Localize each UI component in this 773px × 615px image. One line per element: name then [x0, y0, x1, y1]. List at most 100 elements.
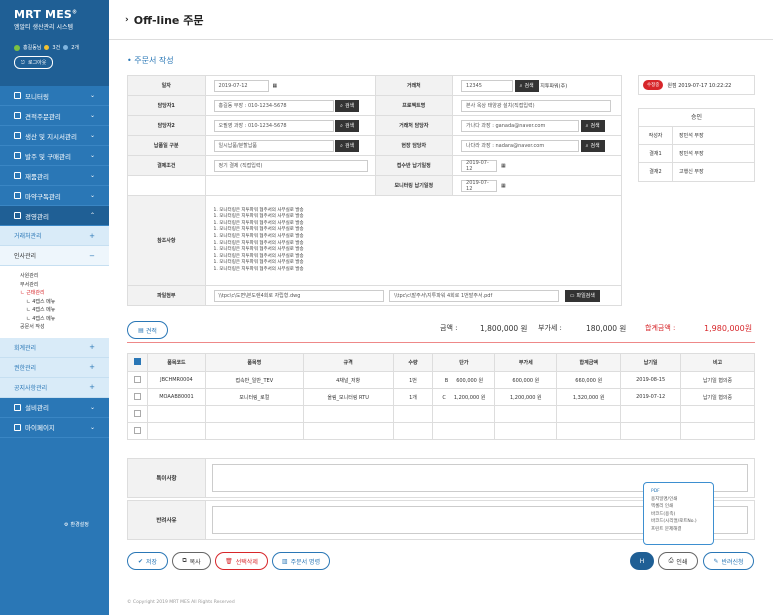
- print-button[interactable]: ⎙ 인쇄: [658, 552, 698, 570]
- search-icon: ⌕: [585, 142, 589, 149]
- manager1-input[interactable]: 홍길동 부장 : 010-1234-5678: [213, 99, 334, 112]
- tree-item-active[interactable]: ㄴ 근태관리: [20, 289, 109, 298]
- label-delivery: 납품일 구분: [127, 135, 206, 156]
- plus-icon: +: [89, 343, 95, 351]
- manager1-search-button[interactable]: ⌕ 검색: [335, 99, 360, 112]
- tree-item[interactable]: ㄴ 4뎁스 메뉴: [20, 315, 109, 324]
- site-manager-search-button[interactable]: ⌕ 검색: [580, 139, 605, 152]
- delivery-input[interactable]: 일시납품/분할납품: [213, 139, 334, 152]
- row-checkbox[interactable]: [133, 392, 141, 400]
- attachment2-input[interactable]: \\tpc\c\발주서\지투파워 4회로 1번발주서.pdf: [389, 289, 560, 302]
- print-menu-item[interactable]: 바코드(시리얼/로트No.): [651, 518, 706, 526]
- row-checkbox[interactable]: [133, 409, 141, 417]
- tree-item[interactable]: ㄴ 4뎁스 메뉴: [20, 298, 109, 307]
- menu-purchase[interactable]: 발주 및 구매관리 ⌄: [0, 146, 109, 166]
- label-project: 프로젝트명: [374, 95, 454, 116]
- client-manager-search-button[interactable]: ⌕ 검색: [580, 119, 605, 132]
- calendar-icon[interactable]: ▦: [273, 83, 278, 89]
- table-row[interactable]: [127, 405, 755, 423]
- delivery-search-button[interactable]: ⌕ 검색: [335, 139, 360, 152]
- attachment1-input[interactable]: \\tpc\c\도면\본도렌4회로 자립형.dwg: [213, 289, 384, 302]
- brand-subtitle: 엠알티 생산관리 시스템: [14, 24, 74, 31]
- delete-selected-button[interactable]: 🗑 선택삭제: [215, 552, 268, 570]
- print-menu-item[interactable]: 엑셀리 인쇄: [651, 503, 706, 511]
- client-manager-input[interactable]: 가나다 과장 : ganada@naver.com: [461, 119, 580, 132]
- status-bar: 수정중 원점 2019-07-17 10:22:22: [638, 75, 755, 95]
- row-checkbox[interactable]: [133, 426, 141, 434]
- monitoring-due-input[interactable]: 2019-07-12: [461, 179, 498, 192]
- vat-label: 부가세 :: [538, 324, 562, 332]
- date-input[interactable]: 2019-07-12: [213, 79, 269, 92]
- submenu-permission[interactable]: 권한관리 +: [0, 357, 109, 378]
- payment-input[interactable]: 정기 결제 (직접입력): [213, 159, 368, 172]
- submenu-accounting[interactable]: 회계관리 +: [0, 337, 109, 358]
- items-table: 품목코드 품목명 규격 수량 단가 부가세 합계금액 납기일 비고 JBCHMR…: [127, 353, 755, 440]
- tree-item[interactable]: 공문서 작성: [20, 323, 109, 332]
- factory-icon: [14, 132, 21, 139]
- submenu-hr[interactable]: 인사관리 −: [0, 246, 109, 266]
- logout-button[interactable]: ⎋ 로그아웃: [14, 56, 54, 69]
- calendar-icon[interactable]: ▦: [501, 163, 506, 169]
- label-monitoring-due: 모니터링 납기일정: [374, 175, 454, 196]
- menu-subscription[interactable]: 마약구독관리 ⌄: [0, 186, 109, 206]
- search-icon: ⌕: [585, 122, 589, 129]
- menu-product[interactable]: 재품관리 ⌄: [0, 166, 109, 186]
- user-name[interactable]: 홍길동님: [23, 44, 41, 51]
- table-row[interactable]: MOAAB80001 모니터링_로컬 올림_모니터링 RTU 1개 C 1,200…: [127, 388, 755, 406]
- reject-request-button[interactable]: ✎ 반려신청: [703, 552, 754, 570]
- message-count[interactable]: 2개: [71, 44, 79, 51]
- save-button[interactable]: ✔ 저장: [127, 552, 168, 570]
- tree-item[interactable]: ㄴ 4뎁스 메뉴: [20, 306, 109, 315]
- history-button[interactable]: H: [630, 552, 654, 570]
- client-search-button[interactable]: ⌕ 검색: [514, 79, 539, 92]
- notification-icon: [44, 45, 50, 50]
- order-list-button[interactable]: ▥ 주문서 명령: [272, 552, 330, 570]
- submenu-client[interactable]: 거래처관리 +: [0, 226, 109, 246]
- header-checkbox[interactable]: [127, 353, 148, 372]
- column-header: 수량: [392, 353, 434, 372]
- menu-monitoring[interactable]: 모니터링 ⌄: [0, 86, 109, 106]
- sidebar: MRT MES® 엠알티 생산관리 시스템 홍길동님 3건 2개 ⎋ 로그아웃 모…: [0, 0, 109, 615]
- file-search-button[interactable]: ▭ 파일검색: [564, 289, 600, 302]
- receipt-due-input[interactable]: 2019-07-12: [461, 159, 498, 172]
- table-row[interactable]: [127, 422, 755, 440]
- menu-management[interactable]: 경영관리 ⌃: [0, 206, 109, 226]
- manager2-search-button[interactable]: ⌕ 검색: [335, 119, 360, 132]
- print-menu-item[interactable]: PDF: [651, 488, 706, 496]
- manager2-input[interactable]: 오필영 과장 : 010-1234-5678: [213, 119, 334, 132]
- calendar-icon[interactable]: ▦: [501, 183, 506, 189]
- print-menu-item[interactable]: 프린트 문제해결: [651, 526, 706, 534]
- reference-textarea[interactable]: 1. 모니터링은 지투파워 협주서의 사무실로 발송 1. 모니터링은 지투파워 …: [204, 195, 623, 286]
- status-date: 원점 2019-07-17 10:22:22: [667, 82, 732, 89]
- submenu-tree: 사원관리 부서관리 ㄴ 근태관리 ㄴ 4뎁스 메뉴 ㄴ 4뎁스 메뉴 ㄴ 4뎁스…: [0, 266, 109, 338]
- person-icon: [14, 423, 21, 431]
- tool-icon: [14, 403, 21, 411]
- estimate-button[interactable]: ▤ 견적: [127, 321, 168, 339]
- checkbox[interactable]: [133, 358, 141, 365]
- project-input[interactable]: 본사 옥상 태양광 설치(직접입력): [461, 99, 612, 112]
- menu-estimate[interactable]: 견적주문관리 ⌄: [0, 106, 109, 126]
- print-menu-item[interactable]: 용지일명/인쇄: [651, 496, 706, 504]
- tree-item[interactable]: 사원관리: [20, 272, 109, 281]
- site-manager-input[interactable]: 나다라 과장 : nadara@naver.com: [461, 139, 580, 152]
- submenu-notice[interactable]: 공지사항관리 +: [0, 377, 109, 398]
- search-icon: ⌕: [340, 142, 343, 149]
- notification-count[interactable]: 3건: [52, 44, 60, 51]
- tree-item[interactable]: 부서관리: [20, 281, 109, 290]
- chevron-up-icon: ⌃: [89, 212, 95, 219]
- table-row[interactable]: JBCHMR0004 접속반_일반_TEV 4채널_저항 1번 B 600,000…: [127, 371, 755, 389]
- chevron-down-icon: ⌄: [89, 92, 95, 99]
- menu-equipment[interactable]: 설비관리 ⌄: [0, 398, 109, 418]
- print-menu-item[interactable]: 바코드(용족): [651, 511, 706, 519]
- menu-production[interactable]: 생산 및 지시서관리 ⌄: [0, 126, 109, 146]
- grid-icon: [14, 172, 21, 179]
- menu-mypage[interactable]: 마이페이지 ⌄: [0, 418, 109, 438]
- row-checkbox[interactable]: [133, 375, 141, 383]
- label-client-manager: 거래처 담당자: [374, 115, 454, 136]
- client-input[interactable]: 12345: [461, 79, 514, 92]
- column-header: 규격: [302, 353, 394, 372]
- box-icon: [14, 192, 21, 199]
- copy-button[interactable]: ⧉ 복사: [172, 552, 211, 570]
- section-title: • 주문서 작성: [127, 56, 174, 65]
- settings-link[interactable]: ⚙ 환경설정: [64, 521, 89, 529]
